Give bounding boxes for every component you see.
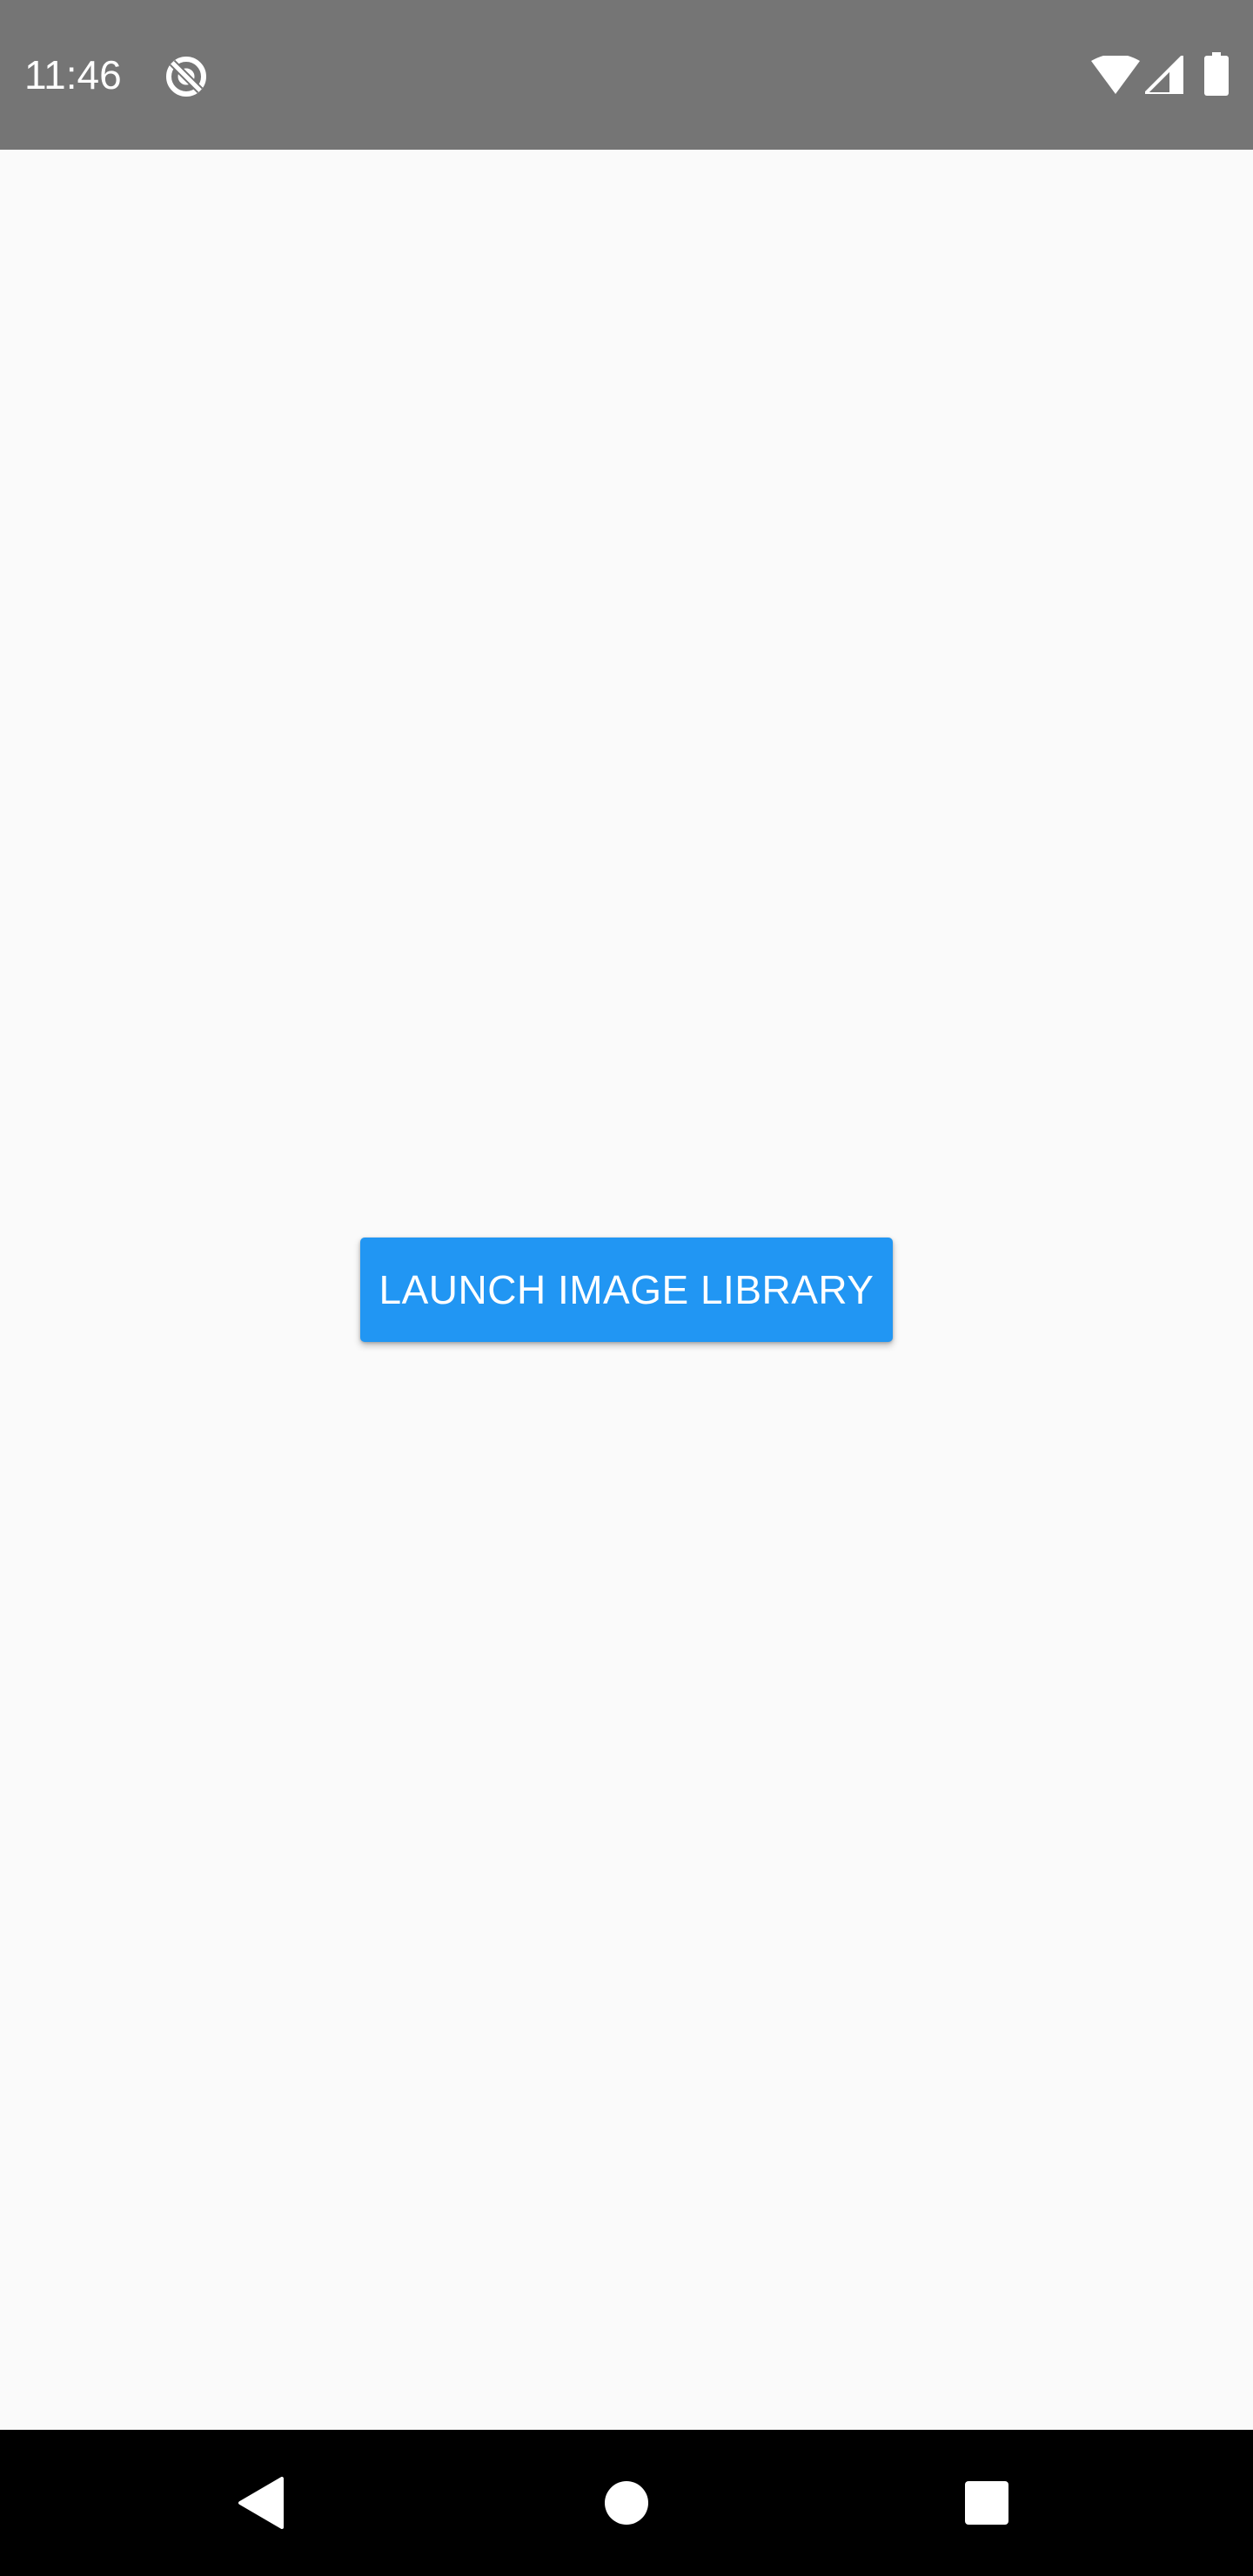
navigation-bar (0, 2430, 1253, 2576)
back-icon (237, 2477, 285, 2529)
status-bar: 11:46 (0, 0, 1253, 150)
recents-button[interactable] (908, 2430, 1065, 2576)
home-button[interactable] (548, 2430, 705, 2576)
wifi-icon (1091, 56, 1140, 94)
launch-image-library-button[interactable]: LAUNCH IMAGE LIBRARY (360, 1238, 893, 1342)
sync-disabled-icon (162, 52, 211, 101)
recents-icon (964, 2480, 1009, 2526)
battery-icon (1204, 52, 1229, 96)
app-screen: 11:46 LAUNCH IMAGE LIBRARY (0, 0, 1253, 2576)
home-icon (604, 2480, 649, 2526)
cellular-signal-icon (1145, 56, 1183, 94)
back-button[interactable] (183, 2430, 339, 2576)
status-time: 11:46 (24, 52, 122, 97)
